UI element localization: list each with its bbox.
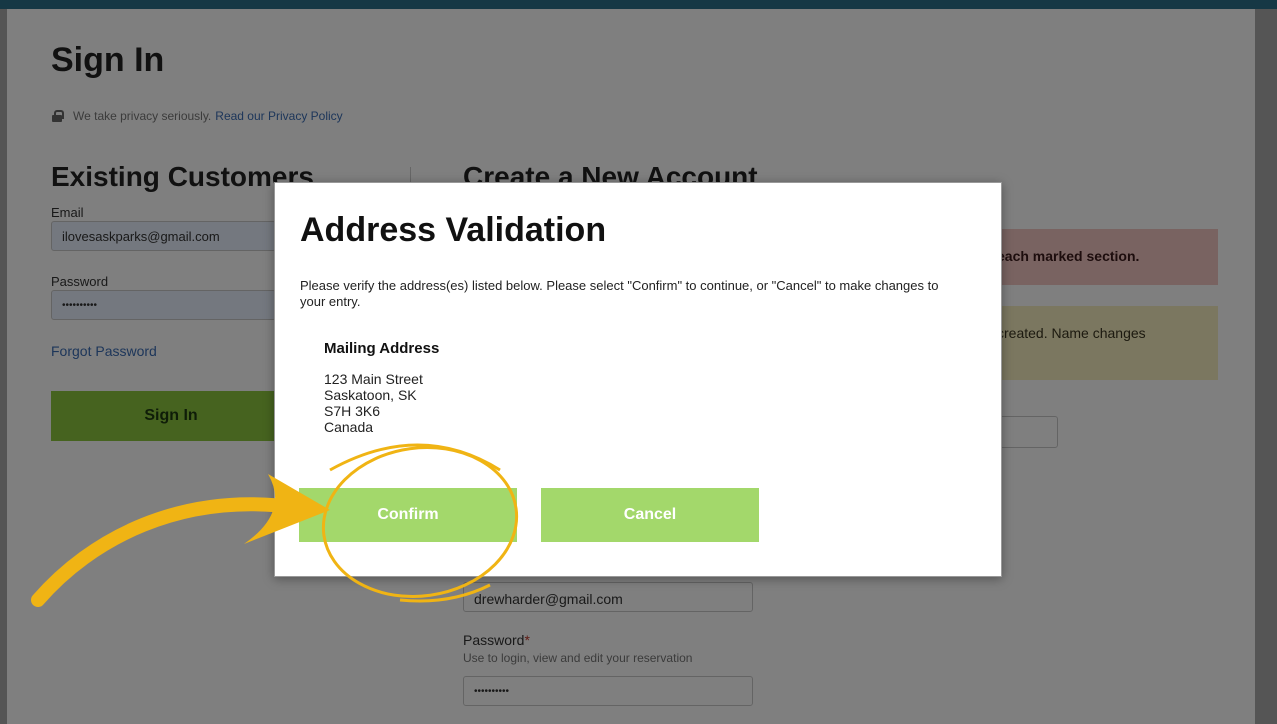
address-line: S7H 3K6: [324, 403, 381, 419]
right-scrollbar-gutter: [1255, 9, 1277, 724]
mailing-address-heading: Mailing Address: [324, 340, 440, 357]
confirm-button[interactable]: Confirm: [299, 488, 517, 542]
dialog-title: Address Validation: [300, 211, 607, 249]
left-gutter: [0, 9, 7, 724]
address-line: Canada: [324, 419, 374, 435]
address-line: 123 Main Street: [324, 371, 423, 387]
cancel-button[interactable]: Cancel: [541, 488, 759, 542]
top-header-bar: [0, 0, 1277, 9]
address-line: Saskatoon, SK: [324, 387, 417, 403]
address-validation-dialog: Address Validation Please verify the add…: [274, 182, 1002, 577]
dialog-message: Please verify the address(es) listed bel…: [300, 278, 939, 309]
